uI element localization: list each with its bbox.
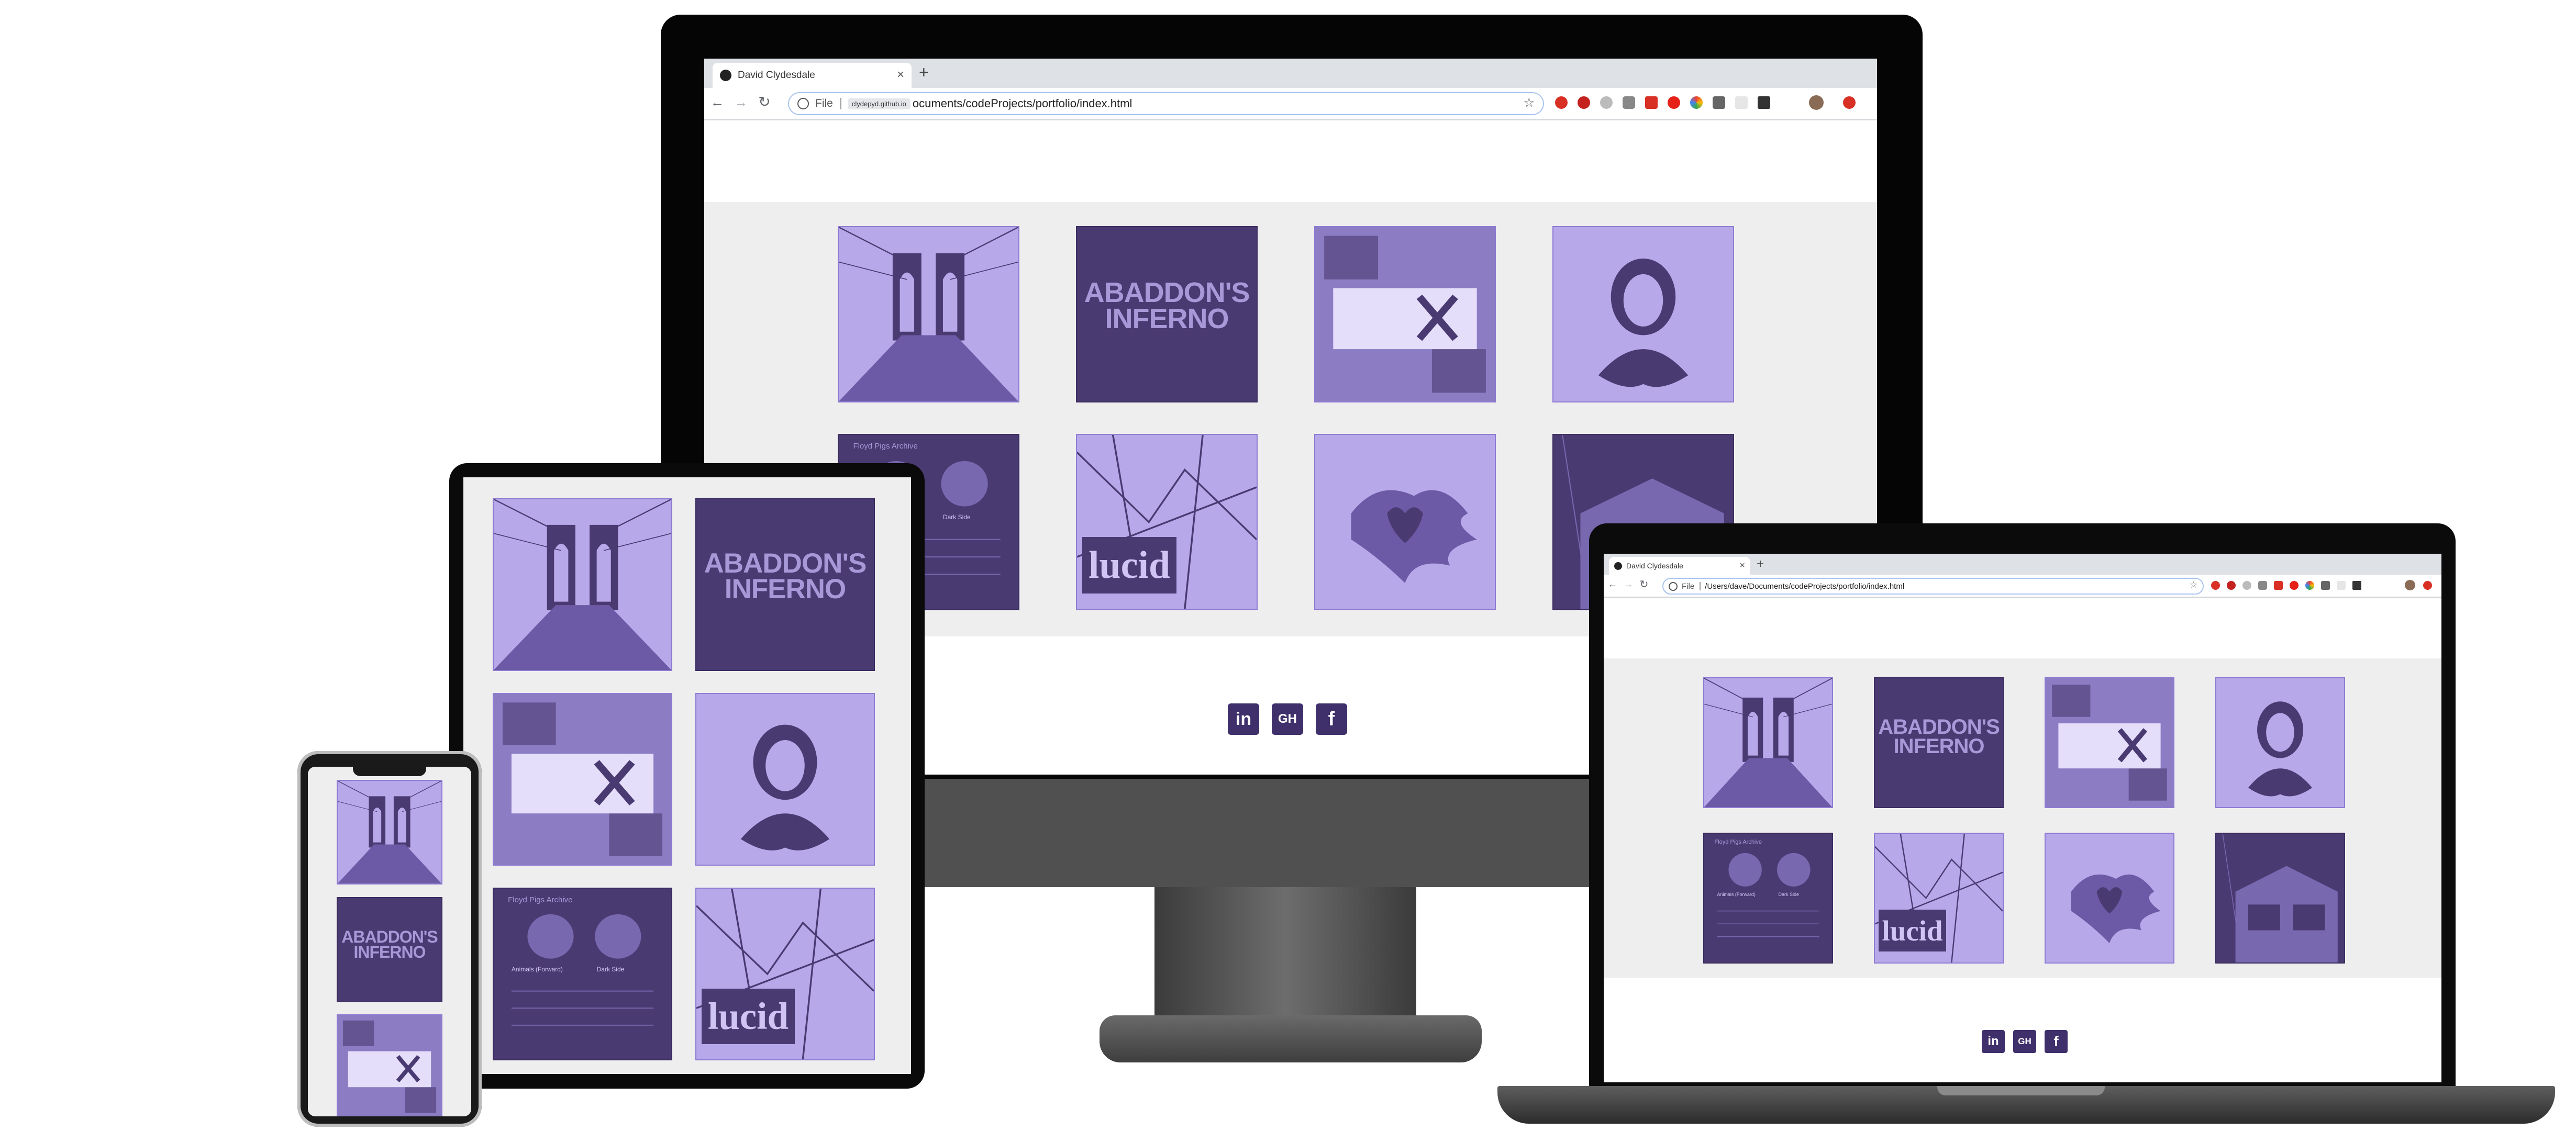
- linkedin-icon[interactable]: in: [1982, 1030, 2005, 1053]
- fork-knife-icon: [494, 694, 671, 865]
- portrait-collage-icon: [2216, 678, 2344, 807]
- portfolio-tile-lucid[interactable]: lucid: [1874, 833, 2004, 964]
- phone-tiles: ABADDON'S INFERNO: [308, 767, 471, 1116]
- social-links: in GH f: [1982, 1030, 2068, 1053]
- portfolio-tile-shakespeare[interactable]: [695, 693, 875, 866]
- bridge-photo-icon: [494, 499, 671, 670]
- fork-knife-icon: [338, 1015, 441, 1116]
- tile-caption: Dark Side: [1778, 891, 1800, 897]
- monitor-stand-base: [1100, 1015, 1482, 1062]
- portfolio-tile-lucid[interactable]: lucid: [695, 888, 875, 1060]
- tile-title: lucid: [702, 989, 795, 1044]
- portfolio-tile-bridge[interactable]: [838, 226, 1019, 402]
- laptop-tiles: ABADDON'S INFERNO Floyd Pigs Archive Anim…: [1604, 554, 2441, 1082]
- portrait-collage-icon: [1553, 227, 1733, 401]
- house-photo-icon: [2216, 834, 2344, 962]
- laptop-screen: David Clydesdale × + ← → ↻ File /Users/d…: [1604, 554, 2441, 1082]
- portfolio-tile-bridge[interactable]: [493, 498, 672, 671]
- tile-heading: Floyd Pigs Archive: [853, 442, 918, 451]
- social-links: in GH f: [1228, 703, 1347, 735]
- portfolio-tile-bridge[interactable]: [337, 780, 442, 885]
- tablet-tiles: ABADDON'S INFERNO Floyd Pigs Archive Anim…: [463, 477, 911, 1074]
- portfolio-tile-shakespeare[interactable]: [2215, 677, 2345, 808]
- portfolio-tile-abaddons-inferno[interactable]: ABADDON'S INFERNO: [1874, 677, 2004, 808]
- facebook-icon[interactable]: f: [1316, 703, 1347, 735]
- laptop-notch: [1937, 1086, 2105, 1095]
- portfolio-tile-abaddons-inferno[interactable]: ABADDON'S INFERNO: [695, 498, 875, 671]
- tile-heading: Floyd Pigs Archive: [508, 895, 573, 905]
- portfolio-tile-shakespeare[interactable]: [1552, 226, 1734, 402]
- portfolio-tile-heart-lion[interactable]: [2045, 833, 2174, 964]
- fork-knife-icon: [2046, 678, 2173, 807]
- monitor-stand-neck: [1154, 885, 1416, 1021]
- linkedin-icon[interactable]: in: [1228, 703, 1259, 735]
- tablet-screen: ABADDON'S INFERNO Floyd Pigs Archive Anim…: [463, 477, 911, 1074]
- music-player-art: [494, 889, 671, 1059]
- portfolio-tile-heart-lion[interactable]: [1314, 434, 1496, 610]
- bridge-photo-icon: [1704, 678, 1832, 807]
- github-icon[interactable]: GH: [2013, 1030, 2036, 1053]
- bridge-photo-icon: [839, 227, 1018, 401]
- portfolio-tile-house[interactable]: [2215, 833, 2345, 964]
- portrait-collage-icon: [696, 694, 874, 865]
- bridge-photo-icon: [338, 781, 441, 883]
- music-player-art: [1704, 834, 1832, 962]
- heart-lion-icon: [1315, 435, 1495, 609]
- portfolio-tile-recipe-app[interactable]: [2045, 677, 2174, 808]
- tile-title: ABADDON'S INFERNO: [1878, 715, 2000, 758]
- tile-title: lucid: [1082, 537, 1176, 594]
- phone-screen: ABADDON'S INFERNO: [308, 767, 471, 1116]
- portfolio-tile-lucid[interactable]: lucid: [1076, 434, 1258, 610]
- tile-heading: Floyd Pigs Archive: [1714, 838, 1762, 845]
- portfolio-tile-music-player[interactable]: Floyd Pigs Archive Animals (Forward) Dark …: [493, 888, 672, 1060]
- tile-caption: Dark Side: [942, 513, 971, 521]
- portfolio-tile-abaddons-inferno[interactable]: ABADDON'S INFERNO: [337, 897, 442, 1002]
- portfolio-tile-music-player[interactable]: Floyd Pigs Archive Animals (Forward) Dark …: [1703, 833, 1833, 964]
- fork-knife-icon: [1315, 227, 1495, 401]
- heart-lion-icon: [2046, 834, 2173, 962]
- tile-caption: Dark Side: [596, 965, 625, 973]
- portfolio-tile-bridge[interactable]: [1703, 677, 1833, 808]
- portfolio-tile-recipe-app[interactable]: [493, 693, 672, 866]
- portfolio-tile-recipe-app[interactable]: [1314, 226, 1496, 402]
- portfolio-tile-abaddons-inferno[interactable]: ABADDON'S INFERNO: [1076, 226, 1258, 402]
- tile-title: lucid: [1879, 910, 1946, 951]
- tile-caption: Animals (Forward): [511, 965, 563, 973]
- github-icon[interactable]: GH: [1272, 703, 1303, 735]
- facebook-icon[interactable]: f: [2045, 1030, 2068, 1053]
- tile-title: ABADDON'S INFERNO: [1084, 277, 1250, 334]
- portfolio-tile-recipe-app[interactable]: [337, 1014, 442, 1116]
- tile-title: ABADDON'S INFERNO: [704, 548, 867, 604]
- tile-title: ABADDON'S INFERNO: [341, 927, 438, 962]
- tile-caption: Animals (Forward): [1717, 891, 1756, 897]
